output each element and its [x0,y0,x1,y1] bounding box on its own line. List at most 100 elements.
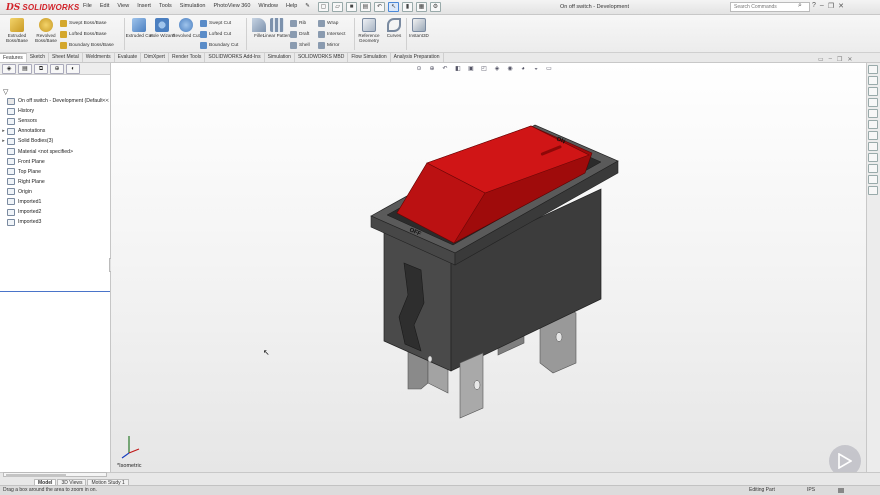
tab-evaluate[interactable]: Evaluate [115,53,142,62]
tab-addins[interactable]: SOLIDWORKS Add-Ins [205,53,265,62]
file-properties-icon[interactable]: ▦ [416,2,427,12]
tree-root-part[interactable]: On off switch - Development (Default<< [0,96,110,106]
custom-properties-icon[interactable] [868,120,878,129]
lofted-boss-button[interactable]: Lofted Boss/Base [60,29,107,39]
menu-file[interactable]: File [82,3,93,9]
instant3d-button[interactable]: Instant3D [404,18,434,38]
design-library-icon[interactable] [868,76,878,85]
draft-button[interactable]: Draft [290,29,309,39]
solidworks-forum-icon[interactable] [868,131,878,140]
tree-expand-arrow[interactable]: ▸ [0,128,7,134]
toolbox-icon[interactable] [868,142,878,151]
linear-pattern-button[interactable]: Linear Pattern [262,18,292,38]
doc-minimize-icon[interactable]: – [829,56,832,63]
print-icon[interactable]: ▤ [360,2,371,12]
tab-weldments[interactable]: Weldments [83,53,115,62]
menu-photoview[interactable]: PhotoView 360 [212,3,251,9]
swept-boss-button[interactable]: Swept Boss/Base [60,18,107,28]
swept-cut-button[interactable]: Swept Cut [200,18,231,28]
new-document-icon[interactable]: ▢ [318,2,329,12]
tab-dimxpert[interactable]: DimXpert [141,53,169,62]
tree-item-material[interactable]: Material <not specified> [0,146,110,156]
tab-analysis-preparation[interactable]: Analysis Preparation [391,53,444,62]
tree-item-sensors[interactable]: Sensors [0,116,110,126]
menu-simulation[interactable]: Simulation [179,3,207,9]
horizontal-scrollbar[interactable] [3,472,107,477]
minimize-icon[interactable]: – [820,2,824,10]
tab-flow-simulation[interactable]: Flow Simulation [348,53,391,62]
tab-render-tools[interactable]: Render Tools [169,53,206,62]
tree-item-history[interactable]: History [0,106,110,116]
help-question-icon[interactable]: ? [812,2,816,10]
rollback-bar[interactable] [0,291,110,292]
3d-content-icon[interactable] [868,153,878,162]
boundary-cut-button[interactable]: Boundary Cut [200,40,238,50]
wrap-button[interactable]: Wrap [318,18,338,28]
menu-window[interactable]: Window [257,3,279,9]
rebuild-icon[interactable]: ▮ [402,2,413,12]
simulation-advisor-icon[interactable] [868,186,878,195]
tree-item-solid-bodies[interactable]: ▸ Solid Bodies(3) [0,136,110,146]
shell-button[interactable]: Shell [290,40,310,50]
menu-insert[interactable]: Insert [136,3,152,9]
view-palette-icon[interactable] [868,98,878,107]
rib-button[interactable]: Rib [290,18,306,28]
tile-icon[interactable]: ▭ [818,56,824,63]
filter-icon[interactable]: ▽ [3,88,8,96]
doc-close-icon[interactable]: ✕ [847,56,852,63]
menu-view[interactable]: View [116,3,130,9]
save-icon[interactable]: ■ [346,2,357,12]
file-explorer-icon[interactable] [868,87,878,96]
revolved-boss-button[interactable]: Revolved Boss/Base [31,18,61,43]
tab-sketch[interactable]: Sketch [27,53,50,62]
select-arrow-icon[interactable]: ↖ [388,2,399,12]
solidworks-logo[interactable]: DS SOLIDWORKS [6,2,79,13]
display-manager-tab-icon[interactable]: ◐ [66,64,80,74]
tree-item-front-plane[interactable]: Front Plane [0,157,110,167]
extruded-boss-button[interactable]: Extruded Boss/Base [2,18,32,43]
menu-edit[interactable]: Edit [99,3,110,9]
boundary-boss-button[interactable]: Boundary Boss/Base [60,40,114,50]
close-icon[interactable]: ✕ [838,2,844,10]
menu-help[interactable]: Help [285,3,298,9]
video-play-button[interactable] [829,445,861,472]
design-checker-icon[interactable] [868,164,878,173]
property-manager-tab-icon[interactable]: ▤ [18,64,32,74]
tab-simulation[interactable]: Simulation [265,53,295,62]
lofted-cut-button[interactable]: Lofted Cut [200,29,231,39]
pin-icon[interactable]: ✎ [304,3,311,9]
tab-sheet-metal[interactable]: Sheet Metal [49,53,83,62]
doc-restore-icon[interactable]: ❐ [837,56,842,63]
status-units[interactable]: IPS [807,486,815,495]
intersect-button[interactable]: Intersect [318,29,345,39]
menu-tools[interactable]: Tools [158,3,173,9]
tree-item-label: Top Plane [18,168,42,175]
tree-expand-arrow[interactable]: ▸ [0,138,7,144]
tree-item-imported3[interactable]: Imported3 [0,217,110,227]
solidworks-resources-icon[interactable] [868,65,878,74]
graphics-area[interactable]: ⊙ ⊕ ↶ ◧ ▣ ◰ ◈ ◉ ◕ ◒ ▭ ON OFF ↖ *Isometri… [111,63,866,472]
appearances-icon[interactable] [868,109,878,118]
tree-item-top-plane[interactable]: Top Plane [0,167,110,177]
tab-features[interactable]: Features [0,53,27,62]
tree-item-origin[interactable]: Origin [0,187,110,197]
tree-item-annotations[interactable]: ▸ Annotations [0,126,110,136]
options-gear-icon[interactable]: ⚙ [430,2,441,12]
status-toggle-icon[interactable] [838,488,844,493]
rocker-switch-model[interactable]: ON OFF [111,63,866,472]
tree-item-right-plane[interactable]: Right Plane [0,177,110,187]
tree-item-imported1[interactable]: Imported1 [0,197,110,207]
restore-icon[interactable]: ❐ [828,2,834,10]
configuration-manager-tab-icon[interactable]: ⧉ [34,64,48,74]
open-folder-icon[interactable]: ▱ [332,2,343,12]
search-icon[interactable]: ⌕ [798,2,802,10]
tab-mbd[interactable]: SOLIDWORKS MBD [295,53,349,62]
dimxpert-manager-tab-icon[interactable]: ⊕ [50,64,64,74]
undo-icon[interactable]: ↶ [374,2,385,12]
mirror-button[interactable]: Mirror [318,40,340,50]
photoview-icon[interactable] [868,175,878,184]
command-manager-tabs: Features Sketch Sheet Metal Weldments Ev… [0,53,880,63]
feature-manager-tab-icon[interactable]: ◈ [2,64,16,74]
revolved-cut-button[interactable]: Revolved Cut [171,18,201,38]
tree-item-imported2[interactable]: Imported2 [0,207,110,217]
